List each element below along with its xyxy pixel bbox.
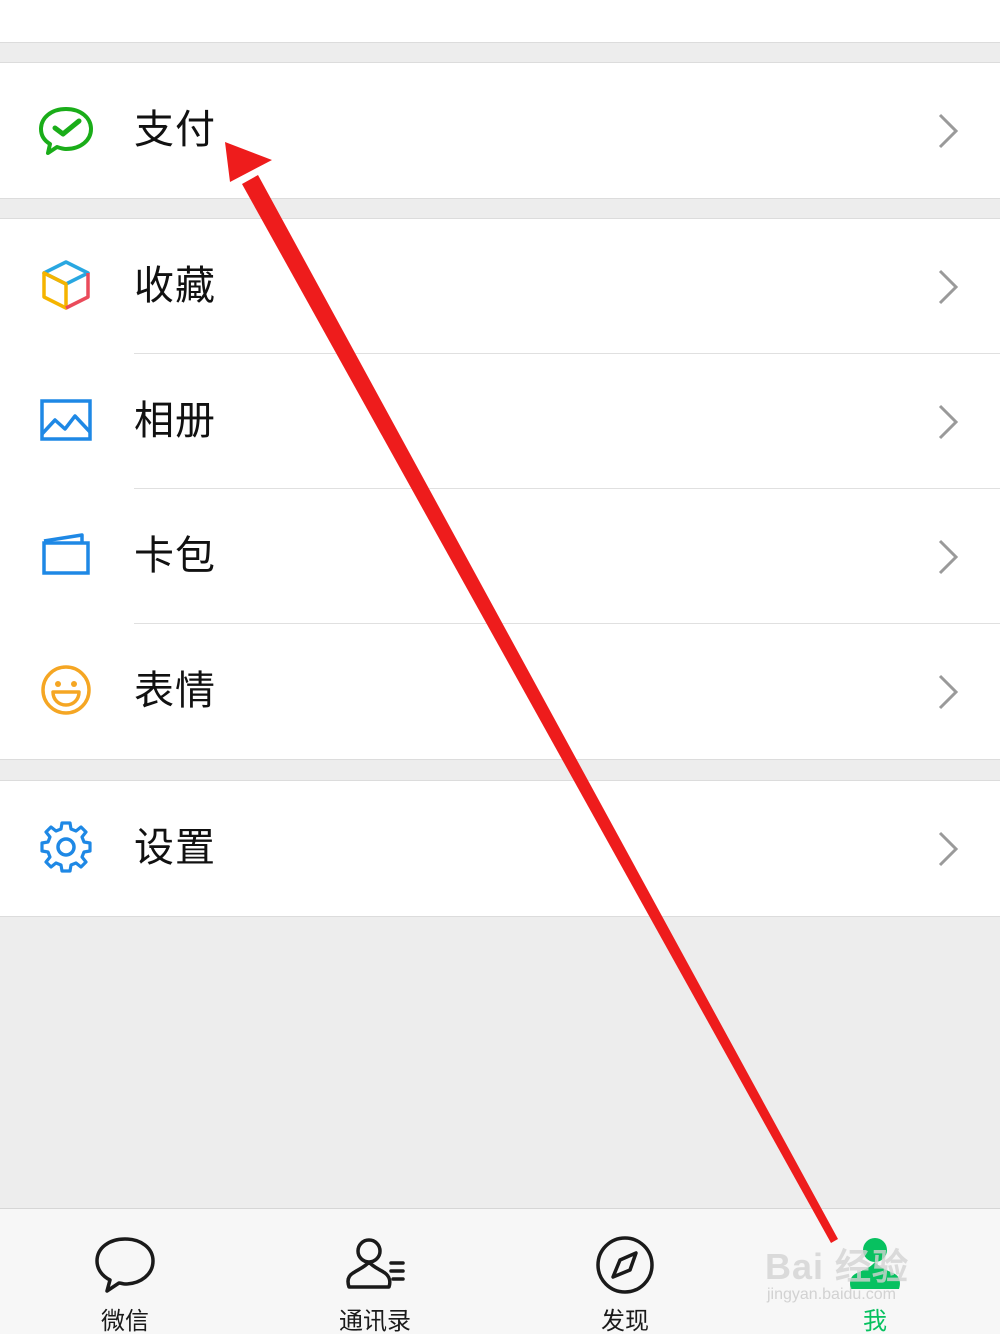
settings-gear-icon (40, 821, 92, 873)
card-wallet-icon (42, 533, 90, 575)
menu-group-settings: 设置 (0, 780, 1000, 917)
album-picture-icon (40, 399, 92, 441)
menu-item-album[interactable]: 相册 (0, 354, 1000, 489)
tab-discover[interactable]: 发现 (500, 1209, 750, 1334)
menu-group-pay: 支付 (0, 62, 1000, 199)
chevron-right-icon (938, 539, 959, 575)
menu-item-cards[interactable]: 卡包 (0, 489, 1000, 624)
profile-section-edge (0, 0, 1000, 43)
menu-item-favorites[interactable]: 收藏 (0, 219, 1000, 354)
menu-item-pay-label: 支付 (134, 107, 216, 153)
tab-me-label: 我 (863, 1307, 887, 1334)
bottom-tab-bar: 微信 通讯录 发现 我 (0, 1208, 1000, 1334)
chat-bubble-icon (95, 1237, 155, 1293)
tab-chats-label: 微信 (101, 1307, 149, 1334)
me-person-icon (850, 1238, 900, 1289)
tab-contacts[interactable]: 通讯录 (250, 1209, 500, 1334)
menu-item-favorites-label: 收藏 (134, 263, 216, 309)
chevron-right-icon (938, 113, 959, 149)
tab-contacts-label: 通讯录 (339, 1307, 411, 1334)
chevron-right-icon (938, 404, 959, 440)
menu-item-cards-label: 卡包 (134, 533, 216, 579)
compass-icon (596, 1236, 654, 1294)
favorites-cube-icon (42, 260, 90, 310)
me-page: 支付 收藏 相册 卡包 表情 设置 微信 通讯录 发现 我 Bai 经验 jin… (0, 0, 1000, 1334)
smiley-face-icon (41, 665, 91, 715)
menu-group-content: 收藏 相册 卡包 表情 (0, 218, 1000, 760)
menu-item-pay[interactable]: 支付 (0, 63, 1000, 198)
tab-chats[interactable]: 微信 (0, 1209, 250, 1334)
chevron-right-icon (938, 269, 959, 305)
chevron-right-icon (938, 831, 959, 867)
tab-discover-label: 发现 (601, 1307, 649, 1334)
wechat-pay-icon (39, 107, 93, 155)
menu-item-album-label: 相册 (134, 398, 216, 444)
chevron-right-icon (938, 674, 959, 710)
menu-item-settings[interactable]: 设置 (0, 781, 1000, 916)
contacts-icon (346, 1238, 405, 1289)
menu-item-stickers-label: 表情 (134, 668, 216, 714)
menu-item-stickers[interactable]: 表情 (0, 624, 1000, 759)
tab-me[interactable]: 我 (750, 1209, 1000, 1334)
menu-item-settings-label: 设置 (134, 825, 216, 871)
